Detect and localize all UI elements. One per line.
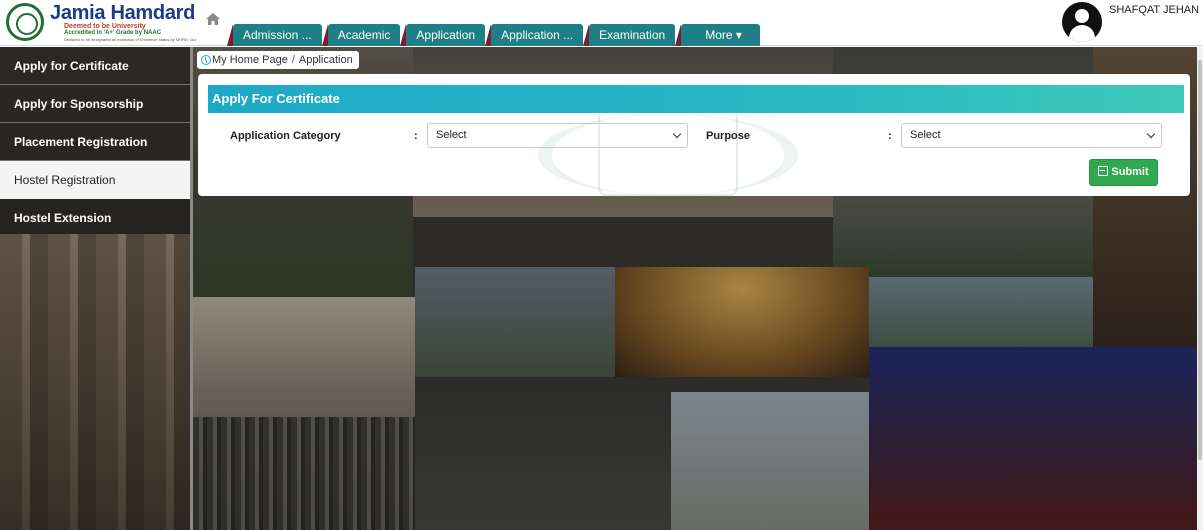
nav-tab-admission[interactable]: Admission ... [227, 24, 322, 46]
user-name[interactable]: SHAFQAT JEHAN [1109, 4, 1199, 16]
logo-subline: Declared to be designated as Institution… [64, 37, 197, 42]
apply-certificate-panel: Apply For Certificate Application Catego… [198, 74, 1190, 196]
panel-title: Apply For Certificate [208, 85, 1184, 113]
sidebar-item-hostel-extension[interactable]: Hostel Extension [0, 199, 190, 237]
sidebar-item-apply-sponsorship[interactable]: Apply for Sponsorship [0, 85, 190, 123]
sidebar-item-placement-registration[interactable]: Placement Registration [0, 123, 190, 161]
breadcrumb-home[interactable]: My Home Page [212, 51, 288, 69]
submit-label: Submit [1111, 166, 1149, 178]
clock-icon [201, 55, 211, 65]
university-logo[interactable]: Jamia Hamdard Deemed to be University Ac… [6, 2, 197, 44]
main-nav: Admission ... Academic Application Appli… [227, 24, 766, 46]
sidebar-item-hostel-registration[interactable]: Hostel Registration [0, 161, 190, 199]
application-category-select[interactable]: Select [427, 123, 688, 148]
scrollbar-thumb[interactable] [1198, 60, 1202, 460]
chevron-down-icon [1146, 129, 1156, 139]
application-category-value: Select [436, 129, 467, 141]
save-icon [1098, 166, 1109, 176]
nav-tab-academic[interactable]: Academic [321, 24, 401, 46]
user-avatar-icon[interactable] [1062, 2, 1102, 42]
logo-accreditation: Accredited in 'A+' Grade by NAAC [64, 30, 162, 36]
breadcrumb: My Home Page / Application [197, 51, 359, 69]
breadcrumb-separator: / [291, 54, 295, 66]
logo-name: Jamia Hamdard [50, 2, 196, 24]
purpose-value: Select [910, 129, 941, 141]
breadcrumb-current: Application [298, 54, 353, 66]
purpose-label: Purpose [706, 130, 751, 142]
chevron-down-icon [672, 129, 682, 139]
nav-tab-application[interactable]: Application [400, 24, 486, 46]
field-colon: : [888, 130, 892, 142]
nav-tab-application-2[interactable]: Application ... [485, 24, 584, 46]
nav-tab-examination[interactable]: Examination [583, 24, 676, 46]
watermark-frame [598, 104, 738, 196]
submit-button[interactable]: Submit [1089, 159, 1158, 186]
sidebar-background-photo [0, 234, 190, 530]
nav-tab-more[interactable]: More ▾ [675, 24, 760, 46]
application-category-label: Application Category [230, 130, 341, 142]
emblem-icon [6, 3, 44, 41]
purpose-select[interactable]: Select [901, 123, 1162, 148]
top-header: Jamia Hamdard Deemed to be University Ac… [0, 0, 1203, 46]
field-colon: : [414, 130, 418, 142]
sidebar: Apply for Certificate Apply for Sponsors… [0, 47, 190, 530]
sidebar-item-apply-certificate[interactable]: Apply for Certificate [0, 47, 190, 85]
home-icon[interactable] [205, 12, 221, 26]
